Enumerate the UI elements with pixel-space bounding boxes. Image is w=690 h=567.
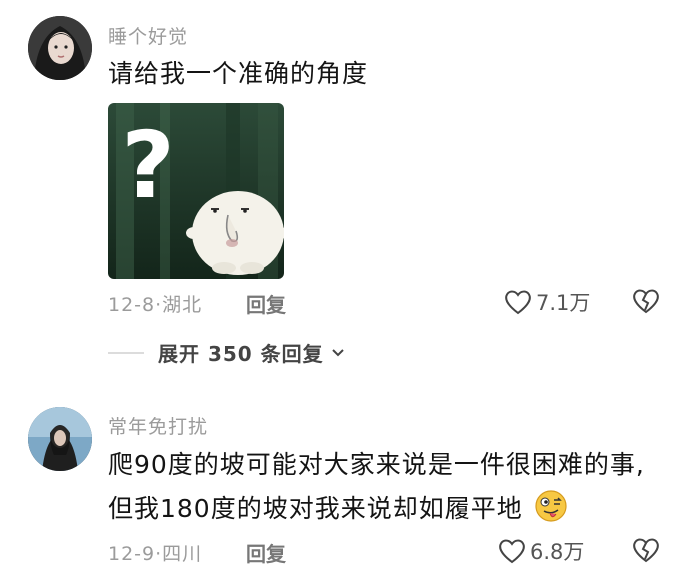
like-button[interactable]: 6.8万 [498, 536, 584, 566]
like-button[interactable]: 7.1万 [504, 287, 590, 317]
dislike-button[interactable] [632, 537, 660, 567]
comment-location: 湖北 [162, 294, 203, 316]
question-mark-icon: ? [121, 112, 174, 219]
comment-meta: 12-9·四川 [108, 539, 202, 566]
comment-date: 12-9 [108, 543, 156, 565]
expand-replies-button[interactable]: 展开 350 条回复 [108, 338, 346, 367]
reply-button[interactable]: 回复 [246, 538, 286, 567]
like-count: 7.1万 [536, 291, 591, 315]
username[interactable]: 睡个好觉 [108, 22, 188, 49]
dislike-button[interactable] [632, 288, 660, 318]
comment-meta: 12-8·湖北 [108, 290, 202, 317]
reply-button[interactable]: 回复 [246, 289, 286, 318]
avatar[interactable] [28, 407, 92, 471]
expand-replies-label: 展开 350 条回复 [158, 342, 324, 366]
comment-text: 爬90度的坡可能对大家来说是一件很困难的事, [108, 450, 645, 479]
broken-heart-icon [633, 289, 659, 314]
comment-text: 请给我一个准确的角度 [108, 59, 369, 88]
chevron-down-icon [331, 348, 344, 356]
sticker-image[interactable]: ? [108, 103, 284, 279]
comment-text-line: 但我180度的坡对我来说却如履平地 [108, 494, 523, 523]
username[interactable]: 常年免打扰 [108, 412, 208, 439]
heart-icon [505, 290, 531, 315]
comment-date: 12-8 [108, 294, 156, 316]
divider-line [108, 351, 144, 354]
broken-heart-icon [633, 538, 659, 563]
like-count: 6.8万 [530, 540, 585, 564]
comment-location: 四川 [162, 543, 203, 565]
silly-face-emoji-icon [535, 490, 567, 522]
heart-icon [499, 539, 525, 564]
avatar[interactable] [28, 16, 92, 80]
comment-text: 但我180度的坡对我来说却如履平地 [108, 487, 568, 531]
